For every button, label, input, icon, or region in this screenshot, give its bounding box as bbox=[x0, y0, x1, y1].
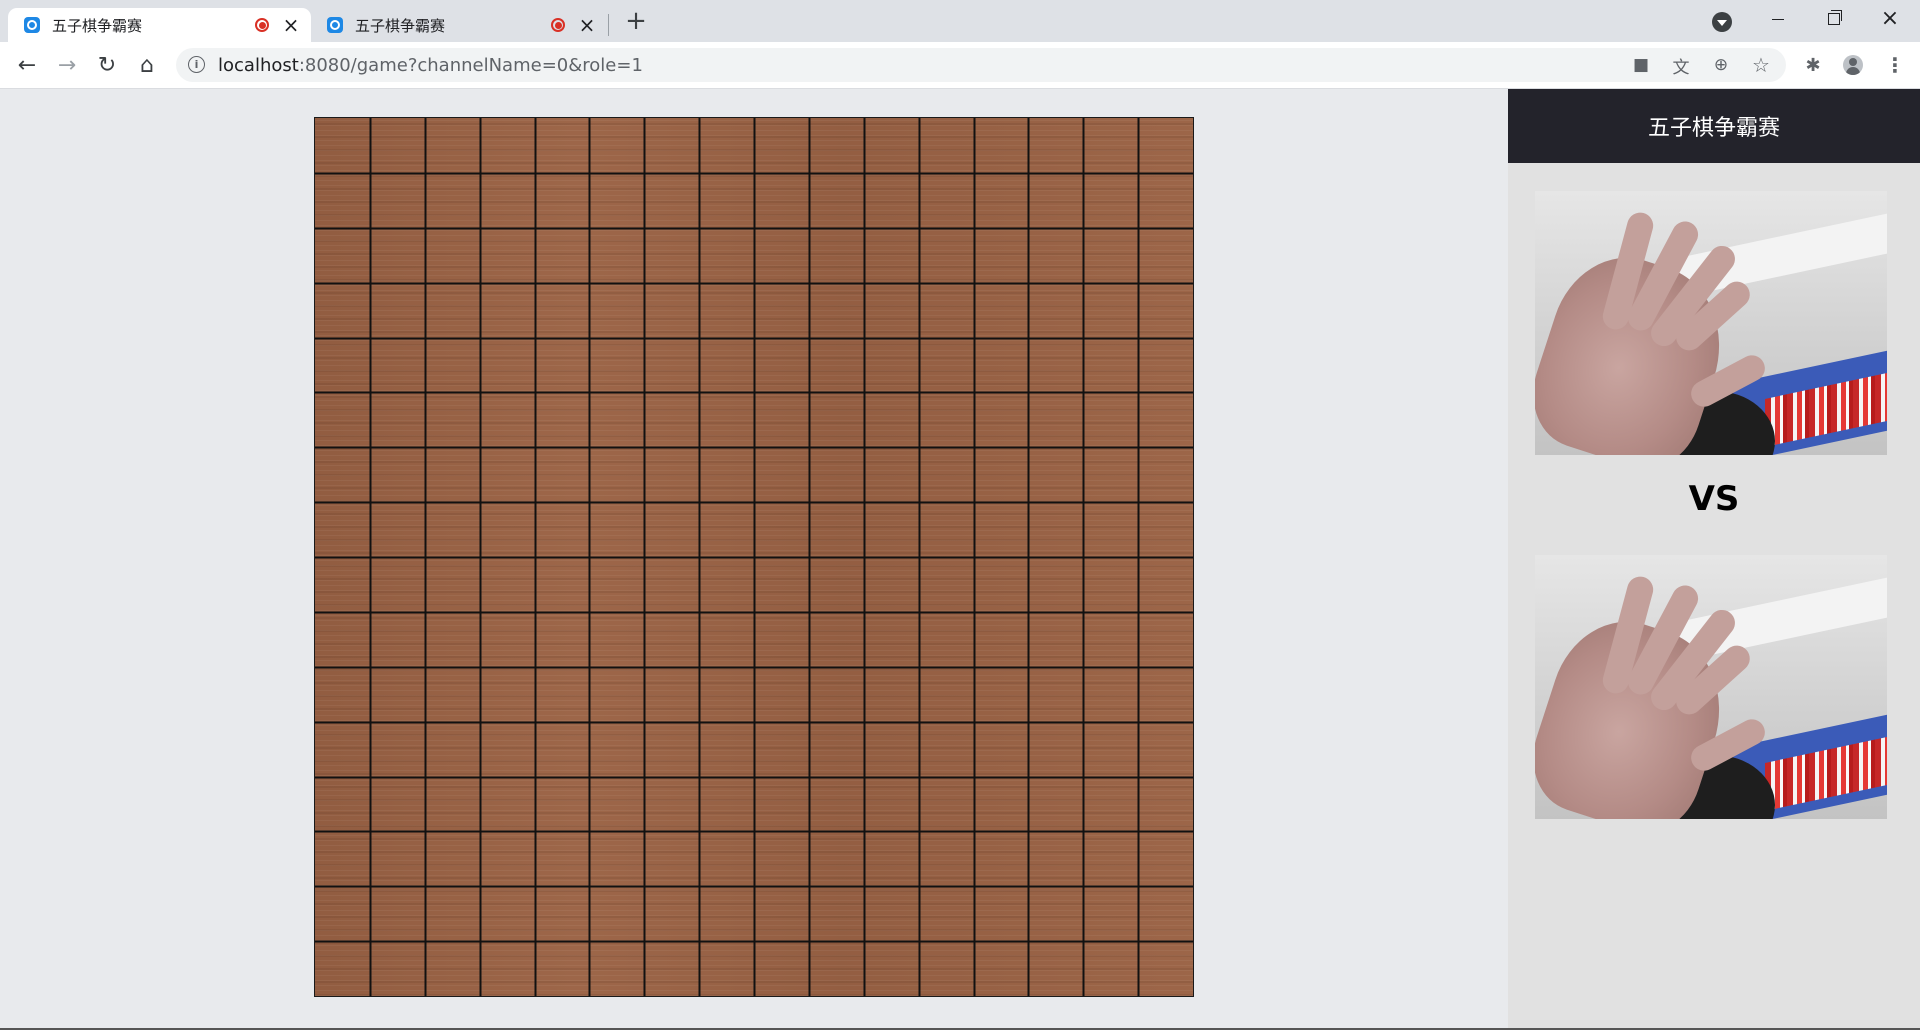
close-icon: × bbox=[1880, 6, 1900, 31]
recording-indicator-icon bbox=[551, 18, 565, 32]
url-host: localhost bbox=[218, 55, 299, 76]
new-tab-button[interactable]: + bbox=[624, 8, 648, 34]
tab-inactive[interactable]: 五子棋争霸赛 × bbox=[311, 8, 607, 42]
tab-close-icon[interactable]: × bbox=[577, 15, 597, 35]
tab-title: 五子棋争霸赛 bbox=[52, 16, 143, 35]
avatar bbox=[1843, 55, 1863, 75]
url-path: :8080/game?channelName=0&role=1 bbox=[298, 55, 643, 76]
tab-title: 五子棋争霸赛 bbox=[355, 16, 446, 35]
page-viewport: 五子棋争霸赛 VS bbox=[0, 89, 1920, 1030]
gomoku-board[interactable] bbox=[314, 117, 1194, 997]
camera-in-use-icon[interactable]: ■ bbox=[1630, 54, 1652, 76]
site-info-icon[interactable]: i bbox=[188, 56, 205, 73]
profile-button[interactable] bbox=[1842, 54, 1864, 76]
translate-icon[interactable]: 文 bbox=[1670, 54, 1692, 78]
versus-label: VS bbox=[1688, 479, 1740, 519]
bookmark-star-icon[interactable]: ☆ bbox=[1750, 53, 1772, 77]
player-sidebar: 五子棋争霸赛 VS bbox=[1508, 89, 1920, 1030]
reload-button[interactable]: ↻ bbox=[92, 50, 122, 80]
tab-close-icon[interactable]: × bbox=[281, 15, 301, 35]
browser-menu-icon[interactable]: ⋮ bbox=[1884, 53, 1906, 77]
extensions-icon[interactable]: ✱ bbox=[1802, 54, 1824, 76]
tab-strip: 五子棋争霸赛 × 五子棋争霸赛 × + × bbox=[0, 0, 1920, 42]
local-video bbox=[1535, 191, 1887, 455]
back-button[interactable]: ← bbox=[12, 50, 42, 80]
window-close-button[interactable]: × bbox=[1862, 0, 1918, 38]
recording-indicator-icon bbox=[255, 18, 269, 32]
address-bar[interactable]: i localhost:8080/game?channelName=0&role… bbox=[176, 48, 1786, 82]
address-url[interactable]: localhost:8080/game?channelName=0&role=1 bbox=[218, 55, 643, 76]
forward-button[interactable]: → bbox=[52, 50, 82, 80]
sidebar-header: 五子棋争霸赛 bbox=[1508, 89, 1920, 163]
restore-icon bbox=[1828, 10, 1842, 25]
tab-separator bbox=[608, 14, 609, 36]
restore-button[interactable] bbox=[1806, 0, 1862, 38]
site-favicon-icon bbox=[327, 17, 343, 33]
zoom-icon[interactable]: ⊕ bbox=[1710, 54, 1732, 76]
sidebar-title: 五子棋争霸赛 bbox=[1647, 116, 1780, 141]
minimize-button[interactable] bbox=[1750, 0, 1806, 38]
home-button[interactable]: ⌂ bbox=[132, 50, 162, 80]
site-favicon-icon bbox=[24, 17, 40, 33]
tab-active[interactable]: 五子棋争霸赛 × bbox=[8, 8, 311, 42]
remote-video bbox=[1535, 555, 1887, 819]
tab-search-icon[interactable] bbox=[1712, 12, 1732, 32]
board-grid bbox=[315, 118, 1193, 996]
browser-toolbar: ← → ↻ ⌂ i localhost:8080/game?channelNam… bbox=[0, 42, 1920, 89]
